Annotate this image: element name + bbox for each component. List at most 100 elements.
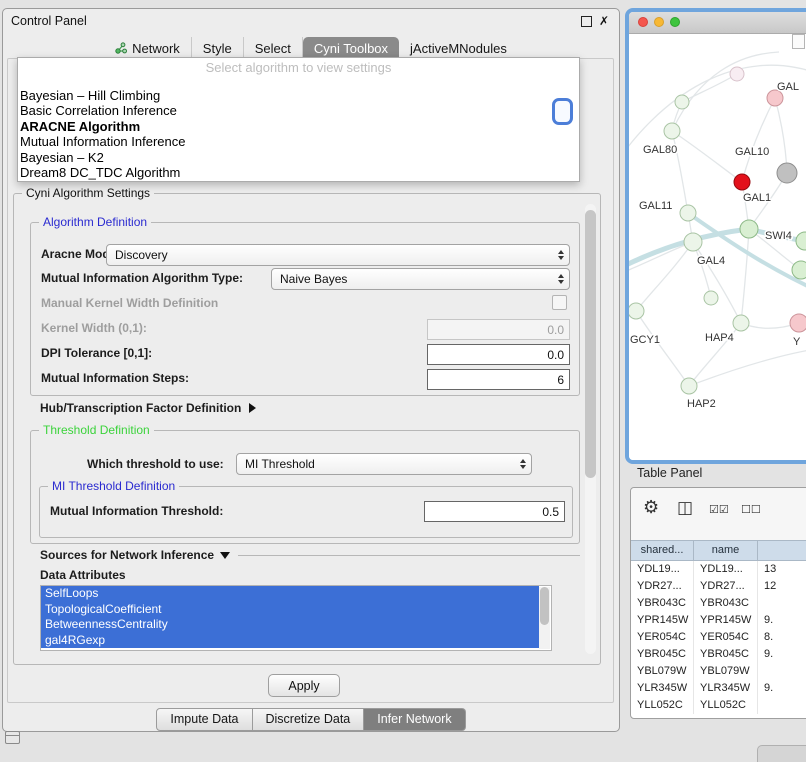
column-header-col2[interactable] <box>758 541 806 560</box>
table-row[interactable]: YBR043CYBR043C <box>631 595 806 612</box>
network-window-titlebar[interactable] <box>629 12 806 34</box>
gear-icon[interactable]: ⚙ <box>643 498 659 516</box>
list-scrollbar-thumb[interactable] <box>540 587 549 625</box>
table-cell: 9. <box>758 680 806 697</box>
table-cell: YLR345W <box>694 680 758 697</box>
algorithm-option-basic-correlation-inference[interactable]: Basic Correlation Inference <box>20 103 577 118</box>
table-row[interactable]: YLR345WYLR345W9. <box>631 680 806 697</box>
apply-button[interactable]: Apply <box>268 674 340 697</box>
network-node[interactable] <box>730 67 744 81</box>
attribute-item-topologicalcoefficient[interactable]: TopologicalCoefficient <box>41 602 539 618</box>
network-node-gal1[interactable] <box>740 220 758 238</box>
tab-label: Cyni Toolbox <box>314 41 388 56</box>
network-node-gal10[interactable] <box>734 174 750 190</box>
network-node-gal4[interactable] <box>684 233 702 251</box>
tab-select[interactable]: Select <box>244 37 303 59</box>
column-header-shared[interactable]: shared... <box>631 541 694 560</box>
network-node-gal11[interactable] <box>680 205 696 221</box>
table-row[interactable]: YLL052CYLL052C <box>631 697 806 714</box>
bottom-tab-discretize-data[interactable]: Discretize Data <box>253 708 365 731</box>
tab-jactivemnodules[interactable]: jActiveMNodules <box>399 37 518 59</box>
close-window-icon[interactable]: ✗ <box>599 15 609 27</box>
control-panel-titlebar[interactable]: Control Panel ✗ <box>3 9 619 33</box>
network-node-hap4[interactable] <box>733 315 749 331</box>
table-cell <box>758 595 806 612</box>
algorithm-option-mutual-information-inference[interactable]: Mutual Information Inference <box>20 134 577 149</box>
table-header-row: shared...name <box>631 540 806 561</box>
table-cell: YBL079W <box>631 663 694 680</box>
network-node-swi4[interactable] <box>796 232 806 250</box>
list-scrollbar[interactable] <box>539 587 550 649</box>
minimized-panel-icon[interactable] <box>5 731 20 744</box>
dpi-tolerance-input[interactable] <box>427 344 570 365</box>
sources-expander[interactable]: Sources for Network Inference <box>40 547 580 563</box>
mi-steps-label: Mutual Information Steps: <box>41 371 189 385</box>
scrollbar-corner[interactable] <box>792 34 805 49</box>
network-node[interactable] <box>675 95 689 109</box>
table-row[interactable]: YPR145WYPR145W9. <box>631 612 806 629</box>
attribute-item-selfloops[interactable]: SelfLoops <box>41 586 539 602</box>
table-cell: YBL079W <box>694 663 758 680</box>
hub-definition-expander[interactable]: Hub/Transcription Factor Definition <box>40 400 256 416</box>
table-cell: YLR345W <box>631 680 694 697</box>
network-node-y[interactable] <box>790 314 806 332</box>
obscured-button-fragment[interactable] <box>552 98 573 125</box>
network-edge <box>775 98 787 173</box>
network-canvas[interactable]: GAL80GALGAL10GAL11GAL1SWI4GAL4GCY1HAP4YH… <box>629 34 806 460</box>
settings-scrollbar-thumb[interactable] <box>585 210 596 478</box>
column-header-name[interactable]: name <box>694 541 758 560</box>
manual-kernel-label: Manual Kernel Width Definition <box>41 296 218 310</box>
bottom-tab-impute-data[interactable]: Impute Data <box>156 708 252 731</box>
table-cell: YDR27... <box>631 578 694 595</box>
tab-network[interactable]: Network <box>104 37 192 59</box>
table-cell: YLL052C <box>694 697 758 714</box>
deselect-all-icon[interactable]: ☐☐ <box>741 505 761 516</box>
tab-style[interactable]: Style <box>192 37 244 59</box>
mi-threshold-label: Mutual Information Threshold: <box>50 504 223 518</box>
mi-steps-input[interactable] <box>427 369 570 390</box>
data-attributes-list[interactable]: SelfLoopsTopologicalCoefficientBetweenne… <box>40 585 552 651</box>
algorithm-option-bayesian-k2[interactable]: Bayesian – K2 <box>20 150 577 165</box>
table-cell: YPR145W <box>694 612 758 629</box>
network-graph: GAL80GALGAL10GAL11GAL1SWI4GAL4GCY1HAP4YH… <box>629 34 806 457</box>
algorithm-placeholder: Select algorithm to view settings <box>18 60 579 75</box>
network-node[interactable] <box>792 261 806 279</box>
network-node-hap2[interactable] <box>681 378 697 394</box>
attribute-item-betweennesscentrality[interactable]: BetweennessCentrality <box>41 617 539 633</box>
algorithm-option-bayesian-hill-climbing[interactable]: Bayesian – Hill Climbing <box>20 88 577 103</box>
aracne-mode-select[interactable]: Discovery <box>106 244 570 266</box>
network-node[interactable] <box>704 291 718 305</box>
settings-scrollbar[interactable] <box>585 204 596 654</box>
table-row[interactable]: YBL079WYBL079W <box>631 663 806 680</box>
tab-cyni-toolbox[interactable]: Cyni Toolbox <box>303 37 399 59</box>
network-node-gcy1[interactable] <box>629 303 644 319</box>
data-attributes-label: Data Attributes <box>40 568 126 582</box>
close-traffic-light-icon[interactable] <box>638 17 648 27</box>
node-label-y: Y <box>793 336 801 348</box>
algorithm-option-aracne-algorithm[interactable]: ARACNE Algorithm <box>20 119 577 134</box>
table-cell: YBR043C <box>694 595 758 612</box>
table-cell: YLL052C <box>631 697 694 714</box>
mi-algorithm-type-select[interactable]: Naive Bayes <box>271 268 570 290</box>
minimize-traffic-light-icon[interactable] <box>654 17 664 27</box>
node-label-hap2: HAP2 <box>687 398 716 410</box>
table-row[interactable]: YBR045CYBR045C9. <box>631 646 806 663</box>
zoom-traffic-light-icon[interactable] <box>670 17 680 27</box>
node-label-gcy1: GCY1 <box>630 334 660 346</box>
mi-threshold-input[interactable] <box>424 501 565 522</box>
network-edge <box>636 311 689 386</box>
float-window-icon[interactable] <box>581 16 592 27</box>
stepper-arrows-icon <box>558 274 564 284</box>
which-threshold-select[interactable]: MI Threshold <box>236 453 532 475</box>
table-row[interactable]: YDR27...YDR27...12 <box>631 578 806 595</box>
table-row[interactable]: YER054CYER054C8. <box>631 629 806 646</box>
network-node[interactable] <box>777 163 797 183</box>
threshold-definition-title: Threshold Definition <box>39 423 154 437</box>
algorithm-option-dream8-dc-tdc-algorithm[interactable]: Dream8 DC_TDC Algorithm <box>20 165 577 180</box>
bottom-tab-infer-network[interactable]: Infer Network <box>364 708 465 731</box>
select-all-icon[interactable]: ☑☑ <box>709 505 729 516</box>
network-node-gal80[interactable] <box>664 123 680 139</box>
attribute-item-gal4rgexp[interactable]: gal4RGexp <box>41 633 539 649</box>
columns-icon[interactable]: ◫ <box>677 499 693 516</box>
table-row[interactable]: YDL19...YDL19...13 <box>631 561 806 578</box>
